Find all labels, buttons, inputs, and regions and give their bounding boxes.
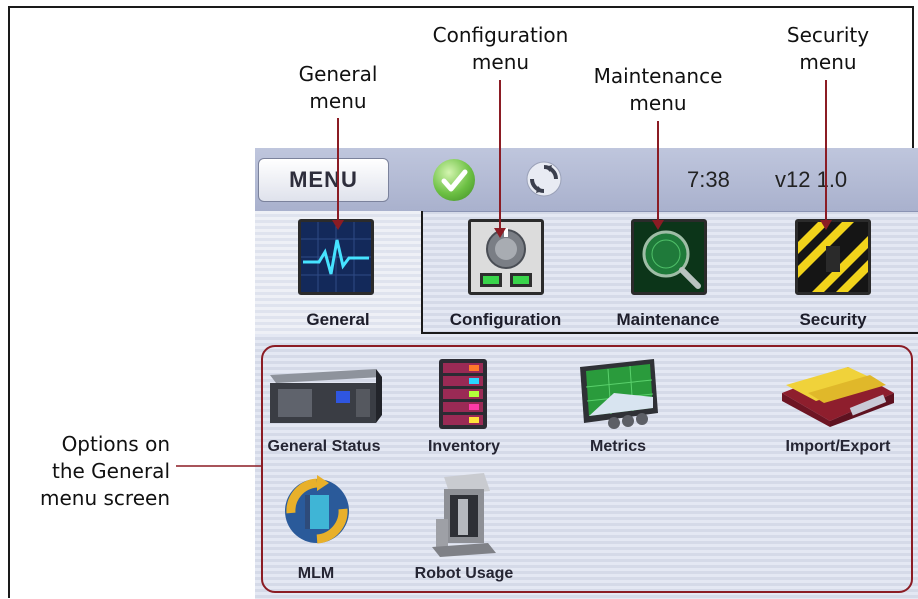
option-import-export[interactable]: Import/Export: [763, 353, 913, 463]
version-label: v12 1.0: [775, 167, 848, 192]
tab-security[interactable]: Security: [748, 211, 918, 334]
tab-maintenance[interactable]: Maintenance: [588, 211, 748, 334]
top-bar: MENU 7:38 v12 1.0: [255, 148, 918, 212]
media-lifecycle-icon: [281, 473, 351, 553]
option-mlm[interactable]: MLM: [255, 465, 391, 590]
device-screen: MENU 7:38 v12 1.0 General Configuration …: [255, 148, 918, 599]
tape-rack-icon: [429, 357, 499, 435]
option-inventory-label: Inventory: [427, 438, 500, 455]
tab-general-label: General: [306, 310, 370, 329]
callout-security-menu: Security menu: [786, 23, 870, 74]
status-ok-icon[interactable]: [433, 159, 475, 201]
clock-time: 7:38: [687, 167, 730, 192]
option-metrics-label: Metrics: [589, 438, 647, 455]
tab-configuration[interactable]: Configuration: [423, 211, 588, 334]
tab-security-label: Security: [799, 310, 867, 329]
option-import-export-label: Import/Export: [785, 438, 891, 455]
option-general-status[interactable]: General Status: [255, 353, 399, 463]
tab-configuration-label: Configuration: [449, 310, 562, 329]
general-options-panel: General Status Inventory Metrics Import/…: [261, 345, 913, 593]
hazard-stripes-icon: [795, 219, 871, 295]
menu-button[interactable]: MENU: [258, 158, 389, 202]
chart-display-icon: [574, 357, 662, 435]
dial-config-icon: [468, 219, 544, 295]
heartbeat-monitor-icon: [298, 219, 374, 295]
option-inventory[interactable]: Inventory: [389, 353, 539, 463]
menu-tabs: General Configuration Maintenance Securi…: [255, 211, 918, 335]
option-mlm-label: MLM: [297, 565, 335, 582]
callout-options: Options on the General menu screen: [40, 432, 170, 510]
tab-maintenance-label: Maintenance: [616, 310, 720, 329]
refresh-icon[interactable]: [524, 159, 564, 199]
option-metrics[interactable]: Metrics: [543, 353, 693, 463]
robot-icon: [428, 469, 500, 563]
callout-maintenance-menu: Maintenance menu: [593, 64, 723, 115]
callout-configuration-menu: Configuration menu: [432, 23, 569, 74]
option-robot-usage-label: Robot Usage: [414, 565, 514, 582]
option-general-status-label: General Status: [267, 438, 381, 455]
magnifier-icon: [631, 219, 707, 295]
tab-general[interactable]: General: [255, 211, 421, 334]
callout-general-menu: General menu: [298, 62, 378, 113]
import-export-icon: [778, 363, 898, 431]
library-unit-icon: [264, 361, 384, 431]
option-robot-usage[interactable]: Robot Usage: [389, 465, 539, 590]
